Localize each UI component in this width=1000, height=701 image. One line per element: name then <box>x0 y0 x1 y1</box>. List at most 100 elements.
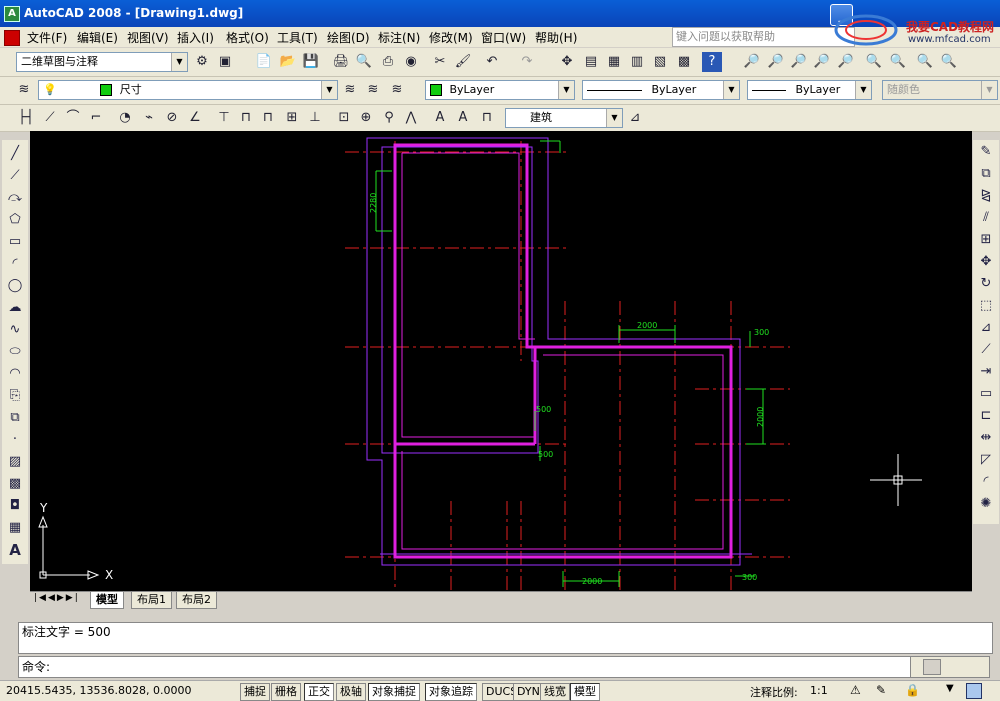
quick-dim-icon[interactable]: ⊤ <box>214 108 234 128</box>
layer-states-icon[interactable]: ≋ <box>387 80 407 100</box>
dim-text-edit-icon[interactable]: A <box>453 108 473 128</box>
diameter-dim-icon[interactable]: ⊘ <box>162 108 182 128</box>
rotate-icon[interactable]: ↻ <box>976 274 996 294</box>
menu-help[interactable]: 帮助(H) <box>535 29 577 46</box>
linear-dim-icon[interactable]: ├┤ <box>16 108 36 128</box>
drawing-canvas[interactable]: 2280 2000 300 2000 500 500 2000 300 X Y <box>30 131 972 591</box>
dimstyle-select[interactable]: 建筑 ▼ <box>505 108 623 128</box>
tab-model[interactable]: 模型 <box>90 592 124 609</box>
clean-screen-icon[interactable] <box>966 683 982 699</box>
polygon-icon[interactable]: ⬠ <box>5 210 25 230</box>
undo-icon[interactable]: ↶ <box>482 52 502 72</box>
break-at-point-icon[interactable]: ▭ <box>976 384 996 404</box>
zoom-object-icon[interactable]: 🔍 <box>888 52 908 72</box>
3d-dwf-icon[interactable]: ◉ <box>401 52 421 72</box>
line-icon[interactable]: ╱ <box>5 144 25 164</box>
trim-icon[interactable]: ⟋ <box>976 340 996 360</box>
menu-insert[interactable]: 插入(I) <box>177 29 214 46</box>
array-icon[interactable]: ⊞ <box>976 230 996 250</box>
save-icon[interactable]: 💾 <box>301 52 321 72</box>
stretch-icon[interactable]: ⊿ <box>976 318 996 338</box>
chevron-down-icon[interactable]: ▼ <box>558 81 574 99</box>
color-select[interactable]: ByLayer ▼ <box>425 80 575 100</box>
dim-style-manager-icon[interactable]: ⊿ <box>625 108 645 128</box>
spline-icon[interactable]: ∿ <box>5 320 25 340</box>
zoom-realtime-icon[interactable]: 🔎 <box>742 52 762 72</box>
table-icon[interactable]: ▦ <box>5 518 25 538</box>
tab-nav-arrows-icon[interactable]: |◀◀▶▶| <box>34 593 80 603</box>
print-icon[interactable]: 🖨 <box>331 52 351 72</box>
ellipse-arc-icon[interactable]: ◠ <box>5 364 25 384</box>
continue-dim-icon[interactable]: ⊓ <box>258 108 278 128</box>
document-icon[interactable] <box>4 30 20 46</box>
chevron-down-icon[interactable]: ▼ <box>855 81 871 99</box>
chevron-down-icon[interactable]: ▼ <box>723 81 739 99</box>
command-input[interactable]: 命令: <box>18 656 913 678</box>
scroll-thumb[interactable] <box>923 659 941 675</box>
calculator-icon[interactable]: ▩ <box>674 52 694 72</box>
chevron-down-icon[interactable]: ▼ <box>946 683 954 694</box>
snap-toggle[interactable]: 捕捉 <box>240 683 270 701</box>
mirror-icon[interactable]: ⧎ <box>976 186 996 206</box>
angular-dim-icon[interactable]: ∠ <box>185 108 205 128</box>
ortho-toggle[interactable]: 正交 <box>304 683 334 701</box>
scale-icon[interactable]: ⬚ <box>976 296 996 316</box>
ordinate-dim-icon[interactable]: ⌐ <box>86 108 106 128</box>
menu-modify[interactable]: 修改(M) <box>429 29 473 46</box>
inspection-icon[interactable]: ⚲ <box>379 108 399 128</box>
construction-line-icon[interactable]: ⟋ <box>5 166 25 186</box>
layer-on-icon[interactable]: 💡 <box>43 83 57 96</box>
model-toggle[interactable]: 模型 <box>570 683 600 701</box>
command-scrollbar[interactable] <box>910 656 990 678</box>
point-icon[interactable]: · <box>5 430 25 450</box>
copy-icon[interactable]: ⧉ <box>976 164 996 184</box>
properties-icon[interactable]: ▤ <box>581 52 601 72</box>
gradient-icon[interactable]: ▩ <box>5 474 25 494</box>
workspace-save-icon[interactable]: ▣ <box>215 52 235 72</box>
fillet-icon[interactable]: ◜ <box>976 472 996 492</box>
arc-icon[interactable]: ◜ <box>5 254 25 274</box>
multiline-text-icon[interactable]: A <box>5 540 25 560</box>
dim-break-icon[interactable]: ⊥ <box>305 108 325 128</box>
offset-icon[interactable]: ⫽ <box>976 208 996 228</box>
polyline-icon[interactable]: ⤼ <box>5 188 25 208</box>
chamfer-icon[interactable]: ◸ <box>976 450 996 470</box>
menu-view[interactable]: 视图(V) <box>127 29 169 46</box>
make-current-layer-icon[interactable]: ≋ <box>340 80 360 100</box>
tool-palettes-icon[interactable]: ▥ <box>627 52 647 72</box>
otrack-toggle[interactable]: 对象追踪 <box>425 683 477 701</box>
tolerance-icon[interactable]: ⊡ <box>334 108 354 128</box>
workspace-select[interactable]: 二维草图与注释 ▼ <box>16 52 188 72</box>
menu-edit[interactable]: 编辑(E) <box>77 29 118 46</box>
dim-update-icon[interactable]: ⊓ <box>477 108 497 128</box>
sheet-set-icon[interactable]: ▧ <box>650 52 670 72</box>
zoom-center-icon[interactable]: 🔍 <box>864 52 884 72</box>
jogged-dim-icon[interactable]: ⌁ <box>139 108 159 128</box>
layer-previous-icon[interactable]: ≋ <box>363 80 383 100</box>
circle-icon[interactable]: ◯ <box>5 276 25 296</box>
annotation-visibility-icon[interactable]: ⚠ <box>850 683 861 697</box>
zoom-dynamic-icon[interactable]: 🔎 <box>812 52 832 72</box>
autocad-icon[interactable]: A <box>4 6 20 22</box>
menu-tools[interactable]: 工具(T) <box>277 29 318 46</box>
print-preview-icon[interactable]: 🔍 <box>354 52 374 72</box>
rectangle-icon[interactable]: ▭ <box>5 232 25 252</box>
insert-block-icon[interactable]: ⎘ <box>5 386 25 406</box>
cut-icon[interactable]: ✂ <box>430 52 450 72</box>
baseline-dim-icon[interactable]: ⊓ <box>236 108 256 128</box>
help-icon[interactable]: ? <box>702 52 722 72</box>
zoom-in-icon[interactable]: 🔍 <box>915 52 935 72</box>
join-icon[interactable]: ⇹ <box>976 428 996 448</box>
menu-format[interactable]: 格式(O) <box>226 29 269 46</box>
toolbar-lock-icon[interactable]: 🔒 <box>905 683 920 697</box>
hatch-icon[interactable]: ▨ <box>5 452 25 472</box>
publish-icon[interactable]: ⎙ <box>378 52 398 72</box>
new-icon[interactable]: 📄 <box>254 52 274 72</box>
lineweight-toggle[interactable]: 线宽 <box>540 683 570 701</box>
chevron-down-icon[interactable]: ▼ <box>321 81 337 99</box>
make-block-icon[interactable]: ⧉ <box>5 408 25 428</box>
menu-dimension[interactable]: 标注(N) <box>378 29 420 46</box>
jogged-linear-icon[interactable]: ⋀ <box>401 108 421 128</box>
osnap-toggle[interactable]: 对象捕捉 <box>368 683 420 701</box>
menu-draw[interactable]: 绘图(D) <box>327 29 370 46</box>
